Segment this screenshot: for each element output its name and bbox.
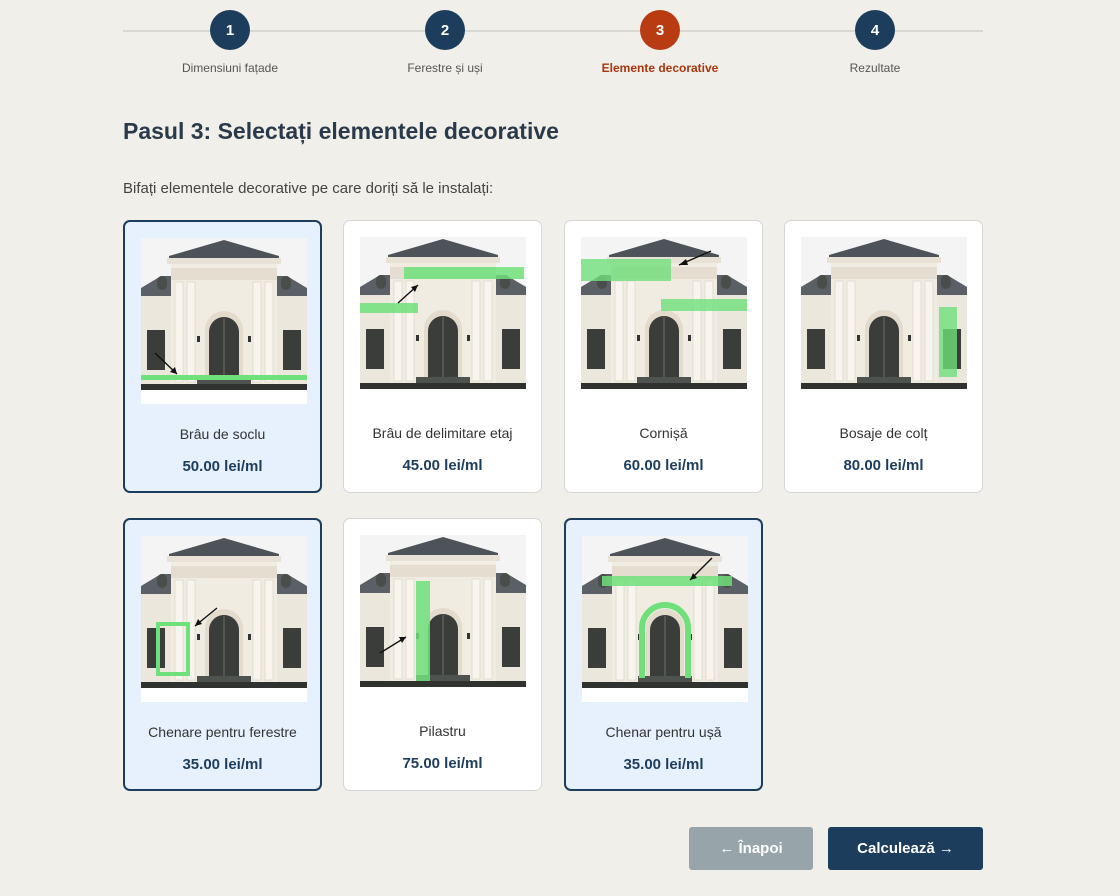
house-illustration	[141, 536, 307, 702]
step-label: Rezultate	[849, 61, 901, 75]
step-number: 2	[425, 10, 465, 50]
element-price: 80.00 lei/ml	[843, 457, 924, 474]
step-number: 4	[855, 10, 895, 50]
element-price: 35.00 lei/ml	[182, 756, 263, 773]
house-illustration	[141, 238, 307, 404]
step-label: Dimensiuni fațade	[181, 61, 279, 75]
element-name: Pilastru	[419, 723, 466, 739]
element-card-pilastru[interactable]: Pilastru 75.00 lei/ml	[343, 518, 542, 791]
house-illustration	[582, 536, 748, 702]
element-name: Chenare pentru ferestre	[148, 724, 297, 740]
element-card-chenare-ferestre[interactable]: Chenare pentru ferestre 35.00 lei/ml	[123, 518, 322, 791]
back-button[interactable]: ← Înapoi	[689, 827, 813, 870]
step-number: 3	[640, 10, 680, 50]
instructions-text: Bifați elementele decorative pe care dor…	[123, 180, 494, 197]
page-title: Pasul 3: Selectați elementele decorative	[123, 118, 559, 144]
step-label: Ferestre și uși	[407, 61, 483, 75]
element-card-brau-etaj[interactable]: Brâu de delimitare etaj 45.00 lei/ml	[343, 220, 542, 493]
step-label: Elemente decorative	[601, 61, 719, 75]
element-card-brau-soclu[interactable]: Brâu de soclu 50.00 lei/ml	[123, 220, 322, 493]
house-illustration	[581, 237, 747, 403]
element-price: 35.00 lei/ml	[623, 756, 704, 773]
house-illustration	[801, 237, 967, 403]
step-1[interactable]: 1 Dimensiuni fațade	[140, 10, 320, 75]
step-2[interactable]: 2 Ferestre și uși	[355, 10, 535, 75]
step-4[interactable]: 4 Rezultate	[785, 10, 965, 75]
element-price: 45.00 lei/ml	[402, 457, 483, 474]
element-card-bosaje[interactable]: Bosaje de colț 80.00 lei/ml	[784, 220, 983, 493]
element-name: Cornișă	[639, 425, 688, 441]
element-card-cornisa[interactable]: Cornișă 60.00 lei/ml	[564, 220, 763, 493]
element-price: 50.00 lei/ml	[182, 458, 263, 475]
step-3[interactable]: 3 Elemente decorative	[570, 10, 750, 75]
element-name: Brâu de delimitare etaj	[372, 425, 513, 441]
step-number: 1	[210, 10, 250, 50]
progress-stepper: 1 Dimensiuni fațade 2 Ferestre și uși 3 …	[123, 10, 983, 80]
element-name: Chenar pentru ușă	[605, 724, 722, 740]
element-card-chenar-usa[interactable]: Chenar pentru ușă 35.00 lei/ml	[564, 518, 763, 791]
house-illustration	[360, 535, 526, 701]
element-name: Bosaje de colț	[839, 425, 928, 441]
element-price: 75.00 lei/ml	[402, 755, 483, 772]
house-illustration	[360, 237, 526, 403]
element-name: Brâu de soclu	[179, 426, 266, 442]
calculate-button[interactable]: Calculează →	[828, 827, 983, 870]
element-price: 60.00 lei/ml	[623, 457, 704, 474]
